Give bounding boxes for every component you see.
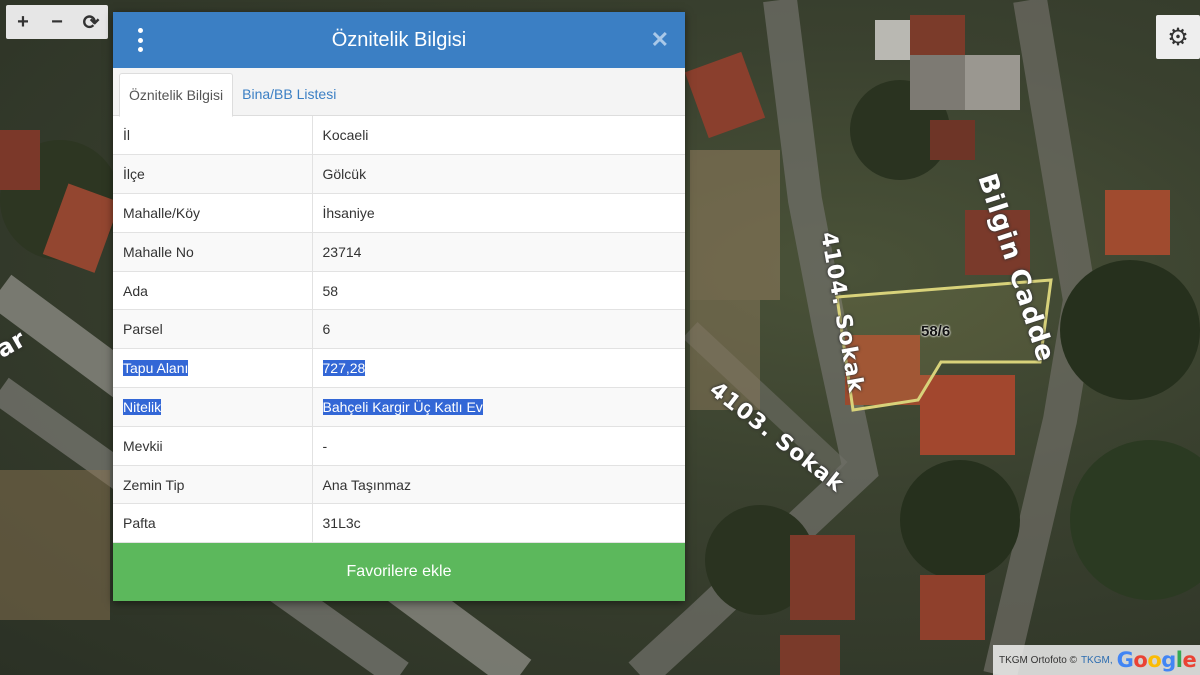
attribute-value-text: 6 xyxy=(322,321,331,338)
attribute-key-text: İlçe xyxy=(123,166,145,183)
attribute-key-text: İl xyxy=(123,127,130,144)
attribute-value: - xyxy=(312,426,685,466)
more-options-icon[interactable] xyxy=(134,28,146,52)
attribute-key: Zemin Tip xyxy=(113,465,313,505)
attribute-key: İl xyxy=(113,116,313,156)
attribute-key-text: Tapu Alanı xyxy=(123,360,189,377)
attribute-dialog: Öznitelik Bilgisi ✕ Öznitelik Bilgisi Bi… xyxy=(113,12,685,601)
attribute-value-text: Ana Taşınmaz xyxy=(322,476,411,493)
attribute-value: 6 xyxy=(312,309,685,350)
attribute-key: Mahalle No xyxy=(113,232,313,272)
table-row: Mevkii - xyxy=(113,426,685,466)
attribute-key: İlçe xyxy=(113,154,313,195)
attribute-value: Ana Taşınmaz xyxy=(312,465,685,505)
attribute-key-text: Mevkii xyxy=(123,437,163,454)
table-row: Zemin Tip Ana Taşınmaz xyxy=(113,465,685,505)
map-zoom-controls: + − ⟳ xyxy=(6,5,108,39)
tab-building-list[interactable]: Bina/BB Listesi xyxy=(233,72,345,116)
map-attribution: TKGM Ortofoto © TKGM, Google xyxy=(993,645,1200,675)
attribute-key-text: Nitelik xyxy=(123,398,162,415)
attribute-key: Mevkii xyxy=(113,426,313,466)
zoom-out-button[interactable]: − xyxy=(40,5,74,39)
tab-attribute-info[interactable]: Öznitelik Bilgisi xyxy=(119,73,234,117)
attribute-value-text: - xyxy=(322,437,328,454)
dialog-tabs: Öznitelik Bilgisi Bina/BB Listesi xyxy=(113,68,685,117)
attribute-table: İl Kocaeli İlçe Gölcük Mahalle/Köy İhsaniye Ma… xyxy=(113,116,685,544)
attribute-value: 31L3c xyxy=(312,503,685,544)
attribute-key-text: Mahalle No xyxy=(123,243,194,260)
attribute-key: Mahalle/Köy xyxy=(113,193,313,233)
attribute-key-text: Mahalle/Köy xyxy=(123,204,201,221)
table-row: Mahalle No 23714 xyxy=(113,232,685,272)
table-row: Tapu Alanı 727,28 xyxy=(113,348,685,389)
attribute-value: Kocaeli xyxy=(312,116,685,156)
close-icon[interactable]: ✕ xyxy=(651,27,669,53)
attribute-key: Parsel xyxy=(113,309,313,350)
attribute-value-text: Kocaeli xyxy=(322,127,369,144)
attribute-value: 23714 xyxy=(312,232,685,272)
table-row: Parsel 6 xyxy=(113,309,685,350)
attribute-value-text: 31L3c xyxy=(322,515,361,532)
dialog-title: Öznitelik Bilgisi xyxy=(331,28,467,51)
attribute-value-text: 23714 xyxy=(322,243,362,260)
zoom-in-button[interactable]: + xyxy=(6,5,40,39)
attribute-key: Tapu Alanı xyxy=(113,348,313,389)
attribute-value-text: İhsaniye xyxy=(322,204,375,221)
attribute-value-text: Bahçeli Kargir Üç Katlı Ev xyxy=(322,398,483,415)
attribute-value: 58 xyxy=(312,271,685,311)
attribute-value-text: 727,28 xyxy=(322,360,366,377)
attribute-value: İhsaniye xyxy=(312,193,685,233)
google-logo: Google xyxy=(1116,648,1197,672)
attribute-key: Ada xyxy=(113,271,313,311)
dialog-header: Öznitelik Bilgisi ✕ xyxy=(113,12,685,68)
attribute-value-text: Gölcük xyxy=(322,166,367,183)
table-row: İl Kocaeli xyxy=(113,116,685,156)
attribution-prefix: TKGM Ortofoto © xyxy=(999,654,1077,666)
table-row: İlçe Gölcük xyxy=(113,154,685,195)
attribute-key-text: Ada xyxy=(123,282,148,299)
table-row: Ada 58 xyxy=(113,271,685,311)
table-row: Mahalle/Köy İhsaniye xyxy=(113,193,685,233)
attribute-value: Gölcük xyxy=(312,154,685,195)
attribute-value-text: 58 xyxy=(322,282,339,299)
attribute-key-text: Zemin Tip xyxy=(123,476,185,493)
refresh-button[interactable]: ⟳ xyxy=(74,5,108,39)
attribute-value: 727,28 xyxy=(312,348,685,389)
settings-gear-icon[interactable]: ⚙ xyxy=(1156,15,1200,59)
attribute-key-text: Parsel xyxy=(123,321,163,338)
attribute-key: Nitelik xyxy=(113,387,313,427)
attribution-tkgm-link[interactable]: TKGM, xyxy=(1081,655,1113,666)
table-row: Nitelik Bahçeli Kargir Üç Katlı Ev xyxy=(113,387,685,427)
attribute-key: Pafta xyxy=(113,503,313,544)
table-row: Pafta 31L3c xyxy=(113,503,685,544)
parcel-label: 58/6 xyxy=(921,323,951,340)
attribute-key-text: Pafta xyxy=(123,515,156,532)
add-to-favorites-button[interactable]: Favorilere ekle xyxy=(113,543,685,601)
attribute-value: Bahçeli Kargir Üç Katlı Ev xyxy=(312,387,685,427)
